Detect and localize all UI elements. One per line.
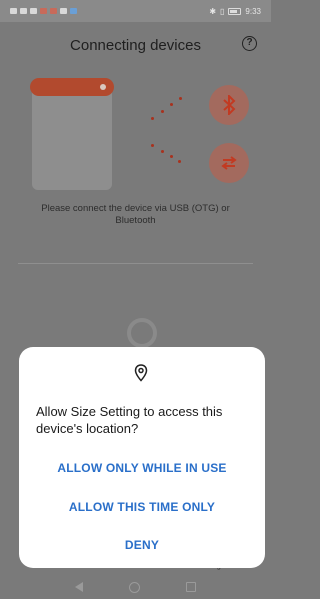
allow-while-in-use-button[interactable]: ALLOW ONLY WHILE IN USE	[19, 461, 265, 475]
system-nav-bar	[0, 575, 271, 599]
location-permission-dialog: Allow Size Setting to access this device…	[19, 347, 265, 568]
help-icon[interactable]: ?	[242, 36, 257, 51]
sim-icon	[10, 8, 17, 14]
vibrate-icon: ▯	[220, 6, 225, 16]
allow-this-time-button[interactable]: ALLOW THIS TIME ONLY	[19, 500, 265, 514]
location-pin-icon	[134, 364, 148, 382]
bluetooth-button[interactable]	[209, 85, 249, 125]
connection-dot	[161, 110, 164, 113]
app-header: Connecting devices ?	[0, 22, 271, 68]
dialog-message: Allow Size Setting to access this device…	[36, 404, 223, 436]
loading-logo-icon	[127, 318, 157, 348]
app-notification-icon	[60, 8, 67, 14]
back-icon[interactable]	[75, 582, 83, 592]
device-top-bar	[30, 78, 114, 96]
page-title: Connecting devices	[70, 36, 201, 54]
status-notification-icons	[10, 8, 77, 14]
status-system-icons: ✱ ▯ 9:33	[209, 7, 261, 16]
status-time: 9:33	[245, 6, 261, 16]
usb-icon	[221, 156, 237, 170]
recent-apps-icon[interactable]	[186, 582, 196, 592]
deny-button[interactable]: DENY	[19, 538, 265, 552]
connect-instruction: Please connect the device via USB (OTG) …	[41, 203, 230, 226]
bluetooth-status-icon: ✱	[209, 6, 217, 16]
music-icon	[30, 8, 37, 14]
divider	[18, 263, 253, 264]
app-notification-icon	[40, 8, 47, 14]
connection-dot	[170, 103, 173, 106]
connection-dot	[151, 144, 154, 147]
connection-dot	[179, 97, 182, 100]
usb-button[interactable]	[209, 143, 249, 183]
home-icon[interactable]	[129, 581, 140, 593]
connection-dot	[170, 155, 173, 158]
connection-dot	[151, 117, 154, 120]
app-notification-icon	[50, 8, 57, 14]
battery-icon	[228, 7, 242, 15]
connection-dot	[178, 160, 181, 163]
app-notification-icon	[70, 8, 77, 14]
connection-dot	[161, 150, 164, 153]
signal-icon	[20, 8, 27, 14]
bluetooth-icon	[223, 95, 236, 115]
device-illustration	[32, 80, 112, 190]
status-bar: ✱ ▯ 9:33	[0, 0, 271, 22]
